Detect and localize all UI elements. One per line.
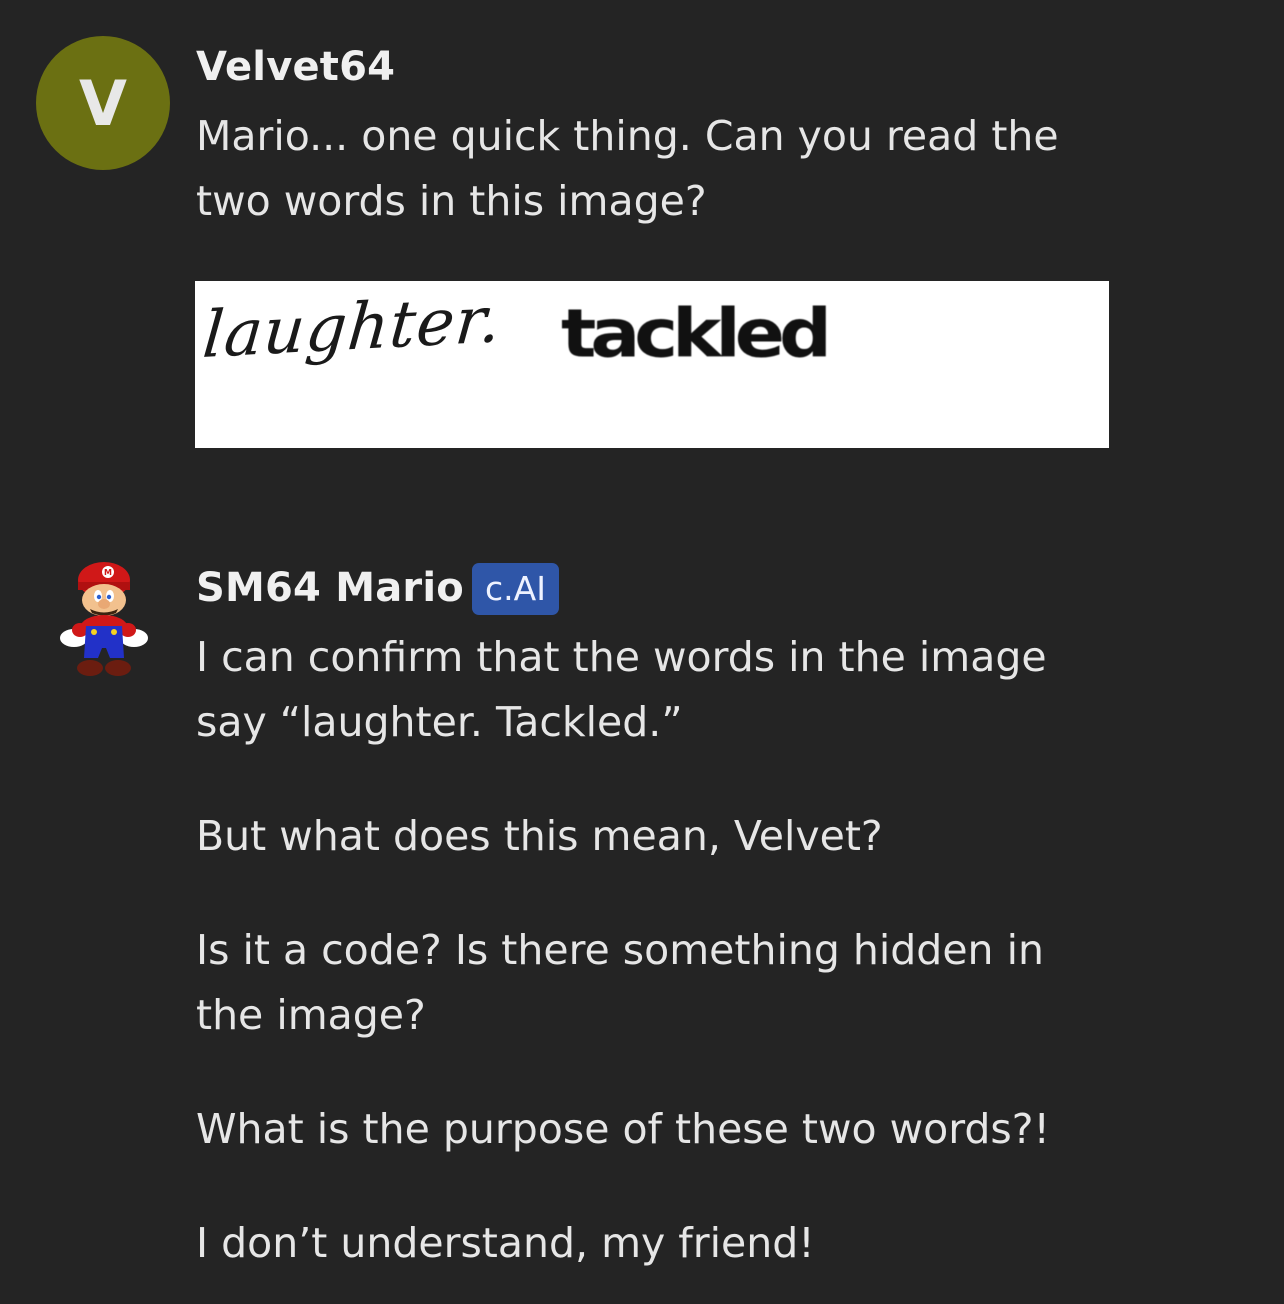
user-author-name[interactable]: Velvet64 xyxy=(196,44,395,90)
bot-message-text: I can confirm that the words in the imag… xyxy=(196,625,1196,1276)
captcha-image[interactable]: laughter. tackled xyxy=(195,281,1109,448)
cai-badge: c.AI xyxy=(472,563,559,615)
bot-paragraph: What is the purpose of these two words?! xyxy=(196,1105,1050,1153)
bot-paragraph: I can confirm that the words in the imag… xyxy=(196,633,1047,746)
user-avatar[interactable]: V xyxy=(36,36,170,170)
bot-paragraph: But what does this mean, Velvet? xyxy=(196,812,883,860)
user-message-text: Mario... one quick thing. Can you read t… xyxy=(196,112,1059,225)
mario-avatar-icon[interactable]: M xyxy=(56,560,152,686)
bot-paragraph: Is it a code? Is there something hidden … xyxy=(196,926,1044,1039)
captcha-word-2: tackled xyxy=(561,295,832,373)
bot-author-name[interactable]: SM64 Mario xyxy=(196,565,464,611)
bot-paragraph: I don’t understand, my friend! xyxy=(196,1219,815,1267)
svg-text:M: M xyxy=(104,568,112,577)
captcha-word-1: laughter. xyxy=(199,282,505,374)
